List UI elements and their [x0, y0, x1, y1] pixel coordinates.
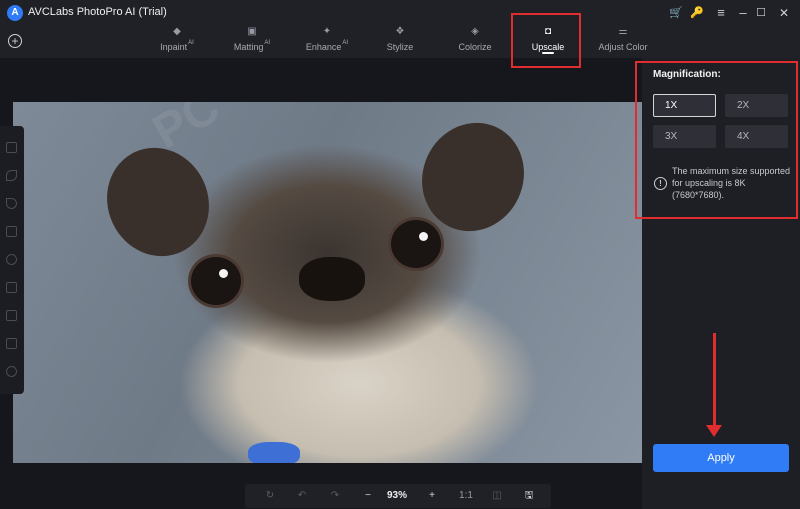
tab-colorize-label: Colorize [458, 42, 492, 52]
zoom-level: 93% [387, 490, 408, 501]
tab-matting-label: Matting [233, 42, 264, 52]
tab-adjust-color-label: Adjust Color [598, 42, 648, 52]
pointer-arrow-head [706, 425, 722, 437]
tab-colorize[interactable]: ◈ Colorize [455, 26, 495, 58]
stylize-icon: ❖ [395, 26, 405, 37]
dog-left-eye [188, 254, 244, 308]
undo-icon[interactable]: ↶ [295, 489, 309, 503]
menu-icon[interactable]: ≡ [712, 4, 730, 22]
tab-matting[interactable]: ▣ MattingAI [229, 26, 275, 58]
dog-left-ear [89, 131, 227, 273]
dog-nose [299, 257, 365, 301]
app-title: AVCLabs PhotoPro AI (Trial) [28, 6, 167, 18]
layer-tool-icon[interactable] [6, 310, 17, 321]
key-icon[interactable]: 🔑 [688, 4, 706, 22]
title-bar: A AVCLabs PhotoPro AI (Trial) 🛒 🔑 ≡ – ☐ … [0, 0, 800, 26]
circle-tool-icon[interactable] [6, 254, 17, 265]
tab-adjust-color[interactable]: ⚌ Adjust Color [597, 26, 649, 58]
ai-badge: AI [264, 39, 271, 46]
tab-enhance-label: Enhance [305, 42, 342, 52]
eraser-tool-icon[interactable] [6, 282, 17, 293]
image-canvas[interactable]: PC [13, 102, 642, 463]
close-button[interactable]: ✕ [775, 4, 793, 22]
tab-inpaint-label: Inpaint [160, 42, 188, 52]
apply-button[interactable]: Apply [653, 444, 789, 472]
inpaint-icon: ◆ [173, 26, 181, 37]
brush-tool-icon[interactable] [6, 170, 17, 181]
colorize-icon: ◈ [471, 26, 479, 37]
bottom-toolbar: ↻ ↶ ↷ − 93% + 1:1 ◫ 🖫 [245, 484, 551, 508]
matting-icon: ▣ [247, 26, 257, 37]
cart-icon[interactable]: 🛒 [667, 4, 685, 22]
save-icon[interactable]: 🖫 [522, 489, 536, 503]
app-logo-icon: A [7, 5, 23, 21]
enhance-icon: ✦ [322, 26, 332, 37]
tab-stylize-label: Stylize [386, 42, 414, 52]
dog-collar [248, 442, 300, 463]
history-tool-icon[interactable] [6, 366, 17, 377]
upscale-highlight-box [511, 13, 581, 68]
redo-icon[interactable]: ↷ [328, 489, 342, 503]
compare-icon[interactable]: ◫ [490, 489, 504, 503]
magnification-highlight-box [635, 61, 798, 219]
pointer-arrow-shaft [713, 333, 716, 429]
maximize-button[interactable]: ☐ [752, 4, 770, 22]
tab-inpaint[interactable]: ◆ InpaintAI [155, 26, 199, 58]
tab-enhance[interactable]: ✦ EnhanceAI [302, 26, 352, 58]
image-tool-icon[interactable] [6, 142, 17, 153]
tab-stylize[interactable]: ❖ Stylize [382, 26, 418, 58]
left-tool-rail [0, 126, 24, 394]
adjust-color-icon: ⚌ [618, 26, 628, 37]
add-image-button[interactable]: + [8, 34, 22, 48]
crop-tool-icon[interactable] [6, 338, 17, 349]
minimize-button[interactable]: – [734, 4, 752, 22]
zoom-out-button[interactable]: − [361, 489, 375, 503]
feature-toolbar: + ◆ InpaintAI ▣ MattingAI ✦ EnhanceAI ❖ … [0, 26, 800, 58]
ai-badge: AI [188, 39, 194, 46]
zoom-in-button[interactable]: + [425, 489, 439, 503]
rotate-icon[interactable]: ↻ [263, 489, 277, 503]
ai-badge: AI [342, 39, 349, 46]
rectangle-tool-icon[interactable] [6, 226, 17, 237]
actual-size-button[interactable]: 1:1 [455, 489, 477, 503]
dog-right-eye [388, 217, 444, 271]
select-tool-icon[interactable] [6, 198, 17, 209]
